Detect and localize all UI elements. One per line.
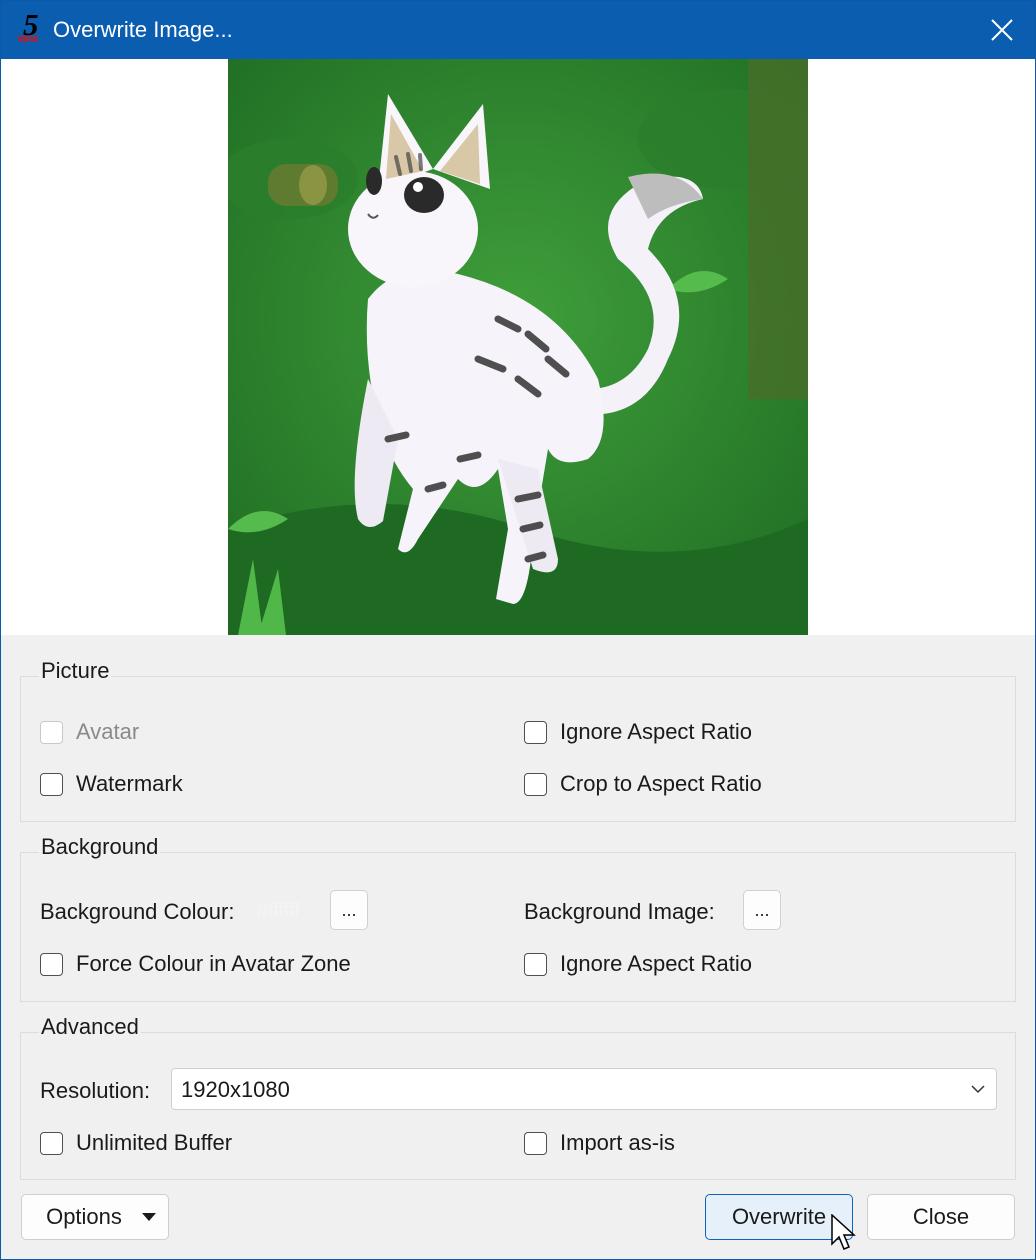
background-colour-value: #ffffff <box>257 900 300 922</box>
background-ignore-aspect-ratio-label: Ignore Aspect Ratio <box>560 951 753 976</box>
force-colour-label: Force Colour in Avatar Zone <box>76 951 351 976</box>
title-bar: 5 VIEW Overwrite Image... <box>1 1 1035 59</box>
ignore-aspect-ratio-box <box>524 720 547 744</box>
watermark-checkbox-box <box>40 772 63 796</box>
dropdown-arrow-icon <box>142 1213 156 1221</box>
watermark-checkbox[interactable]: Watermark <box>40 771 183 797</box>
picture-group-title: Picture <box>39 658 112 684</box>
avatar-checkbox-box <box>40 720 63 744</box>
app-logo-sub: VIEW <box>17 34 39 44</box>
close-icon <box>991 19 1013 41</box>
background-colour-label: Background Colour: <box>40 899 235 924</box>
watermark-checkbox-label: Watermark <box>76 771 183 796</box>
force-colour-box <box>40 952 63 976</box>
ignore-aspect-ratio-label: Ignore Aspect Ratio <box>560 719 753 744</box>
dialog-window: 5 VIEW Overwrite Image... Picture Avatar… <box>0 0 1036 1260</box>
advanced-group-title: Advanced <box>39 1014 141 1040</box>
window-title: Overwrite Image... <box>53 17 233 42</box>
cat-image-preview <box>228 59 808 635</box>
avatar-checkbox-label: Avatar <box>76 719 140 744</box>
overwrite-button-label: Overwrite <box>731 1204 827 1229</box>
resolution-select[interactable]: 1920x1080 <box>171 1068 997 1110</box>
unlimited-buffer-label: Unlimited Buffer <box>76 1130 233 1155</box>
crop-to-aspect-ratio-label: Crop to Aspect Ratio <box>560 771 762 796</box>
close-button-label: Close <box>912 1204 970 1229</box>
options-button-label: Options <box>46 1204 122 1229</box>
ignore-aspect-ratio-checkbox[interactable]: Ignore Aspect Ratio <box>524 719 752 745</box>
avatar-checkbox[interactable]: Avatar <box>40 719 139 745</box>
background-image-button[interactable]: ... <box>743 890 781 930</box>
app-logo-icon: 5 VIEW <box>15 7 49 47</box>
background-image-label: Background Image: <box>524 899 715 924</box>
import-as-is-box <box>524 1131 547 1155</box>
resolution-label: Resolution: <box>40 1078 151 1103</box>
advanced-group: Advanced Resolution: 1920x1080 Unlimited… <box>20 1014 1016 1180</box>
import-as-is-checkbox[interactable]: Import as-is <box>524 1130 675 1156</box>
options-button[interactable]: Options <box>21 1194 169 1240</box>
mouse-cursor-icon <box>831 1214 856 1250</box>
background-ignore-aspect-ratio-box <box>524 952 547 976</box>
background-group-title: Background <box>39 834 161 860</box>
image-preview-area <box>1 59 1035 635</box>
crop-to-aspect-ratio-box <box>524 772 547 796</box>
close-window-button[interactable] <box>979 7 1025 53</box>
resolution-value: 1920x1080 <box>181 1077 290 1102</box>
picture-group: Picture Avatar Ignore Aspect Ratio Water… <box>20 658 1016 822</box>
unlimited-buffer-box <box>40 1131 63 1155</box>
background-group: Background Background Colour: #ffffff ..… <box>20 834 1016 1002</box>
crop-to-aspect-ratio-checkbox[interactable]: Crop to Aspect Ratio <box>524 771 762 797</box>
force-colour-checkbox[interactable]: Force Colour in Avatar Zone <box>40 951 351 977</box>
unlimited-buffer-checkbox[interactable]: Unlimited Buffer <box>40 1130 232 1156</box>
import-as-is-label: Import as-is <box>560 1130 675 1155</box>
close-button[interactable]: Close <box>867 1194 1015 1240</box>
chevron-down-icon <box>971 1085 985 1094</box>
background-ignore-aspect-ratio-checkbox[interactable]: Ignore Aspect Ratio <box>524 951 752 977</box>
background-colour-button[interactable]: ... <box>330 890 368 930</box>
